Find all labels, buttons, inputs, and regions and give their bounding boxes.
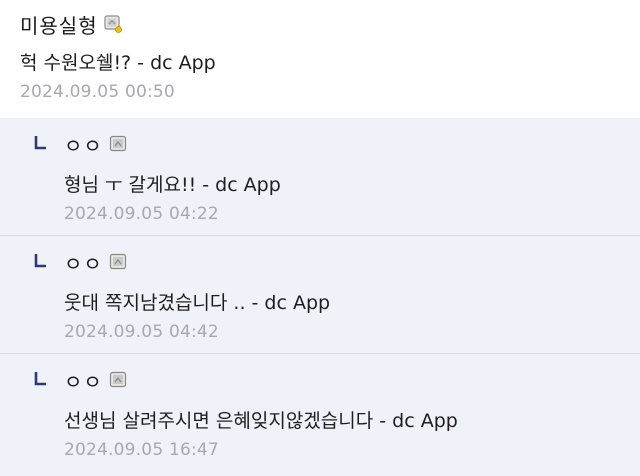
reply-text: 웃대 쪽지남겼습니다 .. - dc App	[64, 292, 331, 314]
reply-header: ㅇㅇ	[64, 366, 127, 394]
reply-date: 2024.09.05 04:42	[64, 322, 219, 342]
reply-text: 선생님 살려주시면 은혜잊지않겠습니다 - dc App	[64, 410, 458, 432]
comment-thread: 미용실형 헉 수원오쉘!? - dc App 2024.09.05 00:50 …	[0, 0, 640, 476]
comment-text: 헉 수원오쉘!? - dc App	[20, 52, 216, 74]
reply-nickname[interactable]: ㅇㅇ	[64, 248, 103, 277]
gallog-nick-icon[interactable]	[109, 253, 127, 271]
gallog-nick-icon[interactable]	[109, 135, 127, 153]
gallog-fixed-nick-icon[interactable]	[104, 15, 122, 33]
reply-header: ㅇㅇ	[64, 130, 127, 158]
gallog-nick-icon[interactable]	[109, 371, 127, 389]
comment-nickname[interactable]: 미용실형	[20, 10, 98, 39]
comment-date: 2024.09.05 00:50	[20, 82, 175, 102]
reply-nickname[interactable]: ㅇㅇ	[64, 366, 103, 395]
reply-arrow-icon	[34, 372, 46, 386]
reply-nickname[interactable]: ㅇㅇ	[64, 130, 103, 159]
reply-text: 형님 ㅜ 갈게요!! - dc App	[64, 174, 281, 196]
comment-header: 미용실형	[20, 10, 122, 38]
comment-item: 미용실형 헉 수원오쉘!? - dc App 2024.09.05 00:50	[0, 0, 640, 119]
reply-arrow-icon	[34, 254, 46, 268]
reply-item: ㅇㅇ 웃대 쪽지남겼습니다 .. - dc App 2024.09.05 04:…	[0, 236, 640, 354]
reply-item: ㅇㅇ 선생님 살려주시면 은혜잊지않겠습니다 - dc App 2024.09.…	[0, 354, 640, 476]
reply-header: ㅇㅇ	[64, 248, 127, 276]
reply-arrow-icon	[34, 136, 46, 150]
reply-item: ㅇㅇ 형님 ㅜ 갈게요!! - dc App 2024.09.05 04:22	[0, 118, 640, 236]
reply-date: 2024.09.05 04:22	[64, 204, 219, 224]
reply-date: 2024.09.05 16:47	[64, 440, 219, 460]
